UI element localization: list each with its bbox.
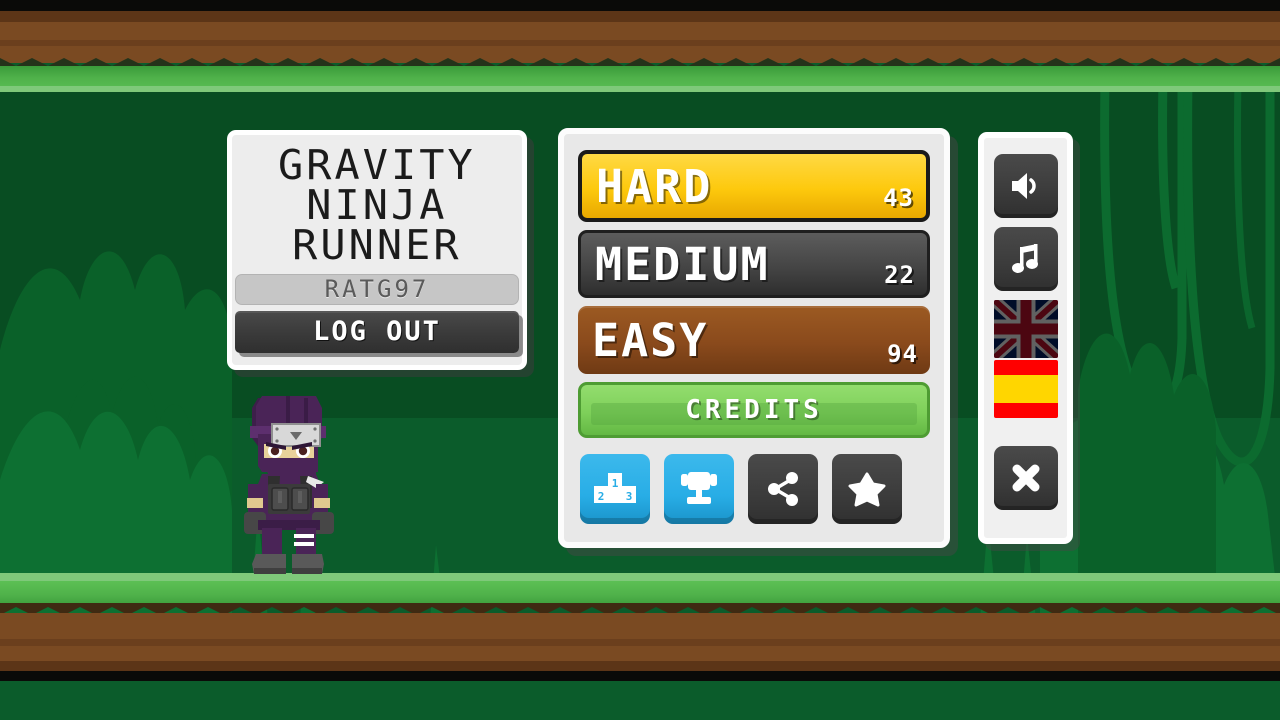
language-en-dim-overlay: [993, 300, 1058, 358]
difficulty-button-medium[interactable]: MEDIUM 22: [578, 230, 930, 298]
difficulty-button-hard[interactable]: HARD 43: [578, 150, 930, 222]
sound-toggle-button[interactable]: [993, 154, 1058, 218]
trophy-icon: [681, 472, 717, 504]
leaderboard-button[interactable]: 1 2 3: [580, 454, 650, 524]
achievements-button[interactable]: [664, 454, 734, 524]
speaker-icon: [1011, 173, 1036, 199]
close-button[interactable]: [993, 446, 1058, 510]
ninja-character-sprite: [244, 396, 334, 574]
share-icon: [768, 472, 798, 506]
game-scene: GRAVITY NINJA RUNNER RATG97 LOG OUT HARD…: [0, 0, 1280, 720]
settings-sidebar: [978, 132, 1073, 544]
language-button-en[interactable]: [993, 300, 1058, 358]
terrain-top-dirt-dark: [0, 11, 1280, 22]
title-panel: GRAVITY NINJA RUNNER RATG97 LOG OUT: [227, 130, 527, 370]
podium-rank-2: 2: [598, 490, 605, 503]
terrain-top: [0, 0, 1280, 92]
terrain-bottom-dirt-dark: [0, 661, 1280, 671]
leaderboard-icon: 1 2 3: [594, 473, 636, 503]
language-button-es[interactable]: [993, 360, 1058, 418]
rate-button[interactable]: [832, 454, 902, 524]
terrain-top-dirt-mid: [0, 40, 1280, 46]
page-title: GRAVITY NINJA RUNNER: [278, 141, 476, 269]
title-line-3: RUNNER: [292, 221, 462, 269]
terrain-bottom-dirt-mid: [0, 639, 1280, 646]
share-button[interactable]: [748, 454, 818, 524]
username-display: RATG97: [235, 274, 519, 305]
main-menu-panel: HARD 43 MEDIUM 22 EASY 94 CREDITS 1 2 3: [558, 128, 950, 548]
podium-rank-1: 1: [612, 477, 619, 490]
difficulty-label: EASY: [592, 313, 709, 367]
difficulty-label: MEDIUM: [595, 237, 770, 291]
difficulty-score: 22: [884, 261, 915, 289]
credits-label: CREDITS: [685, 395, 823, 425]
music-toggle-button[interactable]: [993, 227, 1058, 291]
logout-button[interactable]: LOG OUT: [235, 310, 519, 353]
music-note-icon: [1011, 244, 1038, 273]
star-icon: [848, 472, 886, 507]
podium-rank-3: 3: [626, 490, 633, 503]
terrain-bottom: [0, 573, 1280, 683]
terrain-top-grass-highlight: [0, 86, 1280, 92]
close-x-icon: [1012, 464, 1039, 492]
difficulty-label: HARD: [596, 159, 713, 213]
terrain-bottom-black-band: [0, 671, 1280, 681]
difficulty-score: 43: [883, 184, 914, 212]
title-line-1: GRAVITY: [278, 141, 476, 189]
spain-flag-icon: [993, 360, 1058, 418]
menu-icon-row: 1 2 3: [578, 454, 930, 524]
credits-button[interactable]: CREDITS: [578, 382, 930, 438]
title-line-2: NINJA: [306, 181, 448, 229]
terrain-top-black-band: [0, 0, 1280, 11]
difficulty-button-easy[interactable]: EASY 94: [578, 306, 930, 374]
difficulty-score: 94: [887, 340, 918, 368]
